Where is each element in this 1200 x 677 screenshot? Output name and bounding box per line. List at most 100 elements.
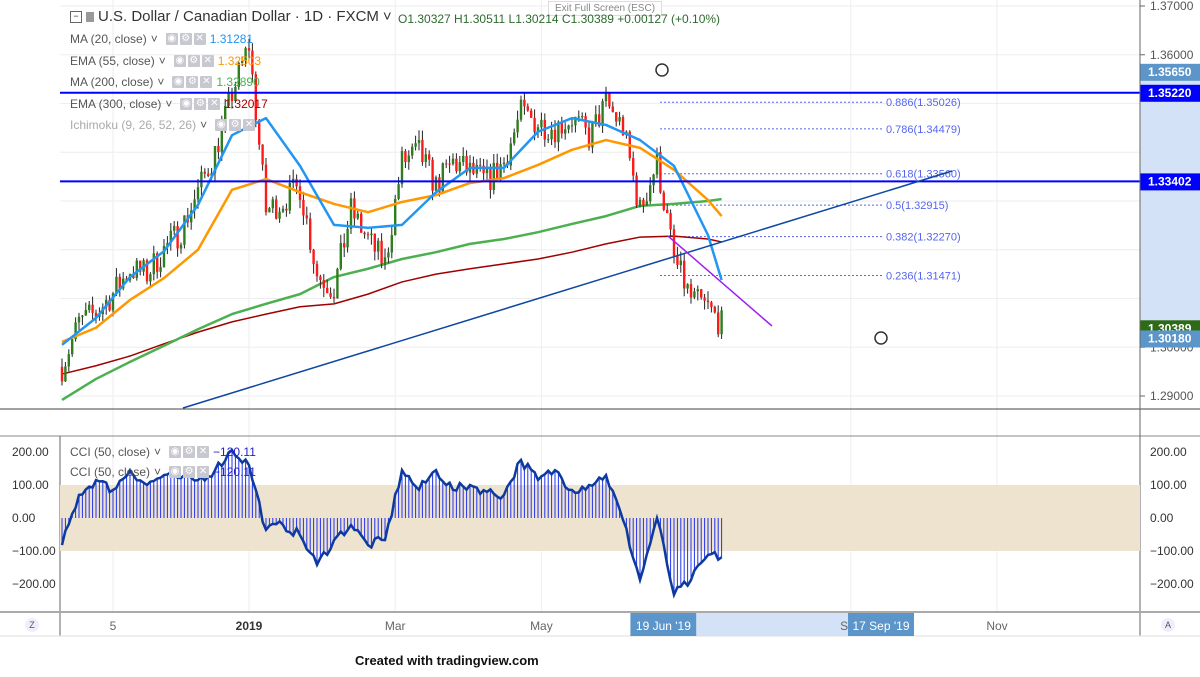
cci-legend[interactable]: CCI (50, close) ˅ ◉ ⚙ ✕ −120.11 (70, 445, 256, 459)
candle-body (615, 112, 618, 122)
time-highlight-label: 17 Sep '19 (852, 619, 909, 633)
candle-body (652, 174, 655, 186)
close-icon[interactable]: ✕ (193, 33, 206, 45)
eye-icon[interactable]: ◉ (172, 76, 185, 88)
candle-body (91, 304, 94, 313)
time-highlight-label: 19 Jun '19 (636, 619, 691, 633)
gear-icon[interactable]: ⚙ (194, 97, 207, 110)
ohlc-readout: O1.30327 H1.30511 L1.30214 C1.30389 +0.0… (398, 12, 721, 26)
chevron-down-icon[interactable]: ˅ (154, 465, 161, 479)
candle-body (179, 244, 183, 249)
candle-body (183, 215, 186, 245)
candle-body (649, 185, 652, 202)
price-tick-label: 1.29000 (1150, 389, 1194, 403)
candle-body (404, 151, 407, 162)
candle-body (397, 184, 400, 199)
fib-level-label: 0.886(1.35026) (886, 97, 961, 109)
chevron-down-icon[interactable]: ˅ (151, 32, 158, 46)
candle-body (400, 151, 404, 185)
candle-body (448, 163, 451, 165)
collapse-icon[interactable]: − (70, 10, 82, 23)
eye-icon[interactable]: ◉ (165, 33, 178, 45)
candle-body (553, 129, 557, 143)
eye-icon[interactable]: ◉ (169, 446, 182, 458)
close-icon[interactable]: ✕ (200, 76, 213, 88)
candle-body (421, 139, 424, 163)
candle-body (713, 306, 716, 313)
candle-body (149, 274, 152, 282)
candle-body (570, 125, 574, 127)
close-icon[interactable]: ✕ (243, 119, 256, 131)
close-icon[interactable]: ✕ (208, 97, 221, 110)
symbol-legend[interactable]: − U.S. Dollar / Canadian Dollar · 1D · F… (70, 8, 392, 25)
indicator-legend[interactable]: EMA (300, close) ˅ ◉ ⚙ ✕ 1.32017 (70, 97, 268, 111)
candle-body (196, 187, 200, 200)
candle-body (696, 289, 699, 292)
candle-body (329, 293, 332, 297)
candle-body (666, 209, 669, 214)
cci-tick-right: −200.00 (1150, 577, 1194, 591)
cci-legend[interactable]: CCI (50, close) ˅ ◉ ⚙ ✕ −120.11 (70, 465, 256, 479)
eye-icon[interactable]: ◉ (180, 97, 193, 110)
circle-marker (655, 63, 669, 77)
eye-icon[interactable]: ◉ (169, 466, 182, 478)
candle-body (655, 152, 659, 175)
candle-body (71, 339, 74, 355)
price-label: 1.30180 (1148, 331, 1192, 345)
candle-body (295, 178, 298, 187)
gear-icon[interactable]: ⚙ (187, 54, 200, 67)
time-tick-label: Nov (986, 619, 1007, 633)
chevron-down-icon[interactable]: ˅ (383, 8, 392, 25)
gear-icon[interactable]: ⚙ (183, 446, 196, 458)
candle-body (77, 316, 81, 323)
gear-icon[interactable]: ⚙ (186, 76, 199, 88)
candle-body (703, 297, 706, 301)
candle-body (462, 155, 465, 163)
candle-body (387, 252, 390, 258)
candle-body (455, 158, 458, 172)
candle-body (336, 268, 339, 299)
candle-body (135, 260, 138, 279)
auto-scale-button[interactable]: A (1161, 618, 1175, 632)
candle-body (618, 117, 621, 122)
candle-body (604, 92, 608, 102)
indicator-label: CCI (50, close) (70, 465, 151, 479)
fib-level-label: 0.5(1.32915) (886, 200, 948, 212)
candle-body (533, 117, 536, 133)
candle-body (645, 201, 648, 206)
close-icon[interactable]: ✕ (201, 54, 214, 67)
close-icon[interactable]: ✕ (197, 446, 210, 458)
price-label: 1.33402 (1148, 174, 1192, 188)
indicator-label: MA (200, close) (70, 75, 154, 89)
eye-icon[interactable]: ◉ (173, 54, 186, 67)
chevron-down-icon[interactable]: ˅ (200, 118, 207, 132)
indicator-legend[interactable]: EMA (55, close) ˅ ◉ ⚙ ✕ 1.32503 (70, 54, 261, 68)
zoom-button[interactable]: Z (25, 618, 39, 632)
candle-body (676, 255, 679, 265)
candle-body (268, 208, 271, 213)
gear-icon[interactable]: ⚙ (229, 119, 242, 131)
eye-icon[interactable]: ◉ (215, 119, 228, 131)
candle-body (207, 173, 210, 176)
circle-marker (874, 331, 888, 345)
candle-body (720, 310, 723, 335)
candle-body (686, 284, 689, 289)
candle-body (360, 213, 363, 233)
price-tick-label: 1.37000 (1150, 0, 1194, 13)
chevron-down-icon[interactable]: ˅ (154, 445, 161, 459)
candle-body (271, 199, 274, 209)
chevron-down-icon[interactable]: ˅ (157, 75, 164, 89)
indicator-legend[interactable]: MA (20, close) ˅ ◉ ⚙ ✕ 1.31281 (70, 32, 253, 46)
close-icon[interactable]: ✕ (197, 466, 210, 478)
gear-icon[interactable]: ⚙ (179, 33, 192, 45)
indicator-legend[interactable]: MA (200, close) ˅ ◉ ⚙ ✕ 1.32890 (70, 75, 260, 89)
cci-tick-left: −100.00 (12, 544, 56, 558)
gear-icon[interactable]: ⚙ (183, 466, 196, 478)
candle-body (363, 232, 366, 235)
indicator-legend[interactable]: Ichimoku (9, 26, 52, 26) ˅ ◉ ⚙ ✕ (70, 118, 259, 132)
chevron-down-icon[interactable]: ˅ (165, 97, 172, 111)
candle-body (380, 240, 383, 265)
candle-body (203, 171, 206, 174)
candle-body (519, 99, 523, 120)
chevron-down-icon[interactable]: ˅ (159, 54, 166, 68)
